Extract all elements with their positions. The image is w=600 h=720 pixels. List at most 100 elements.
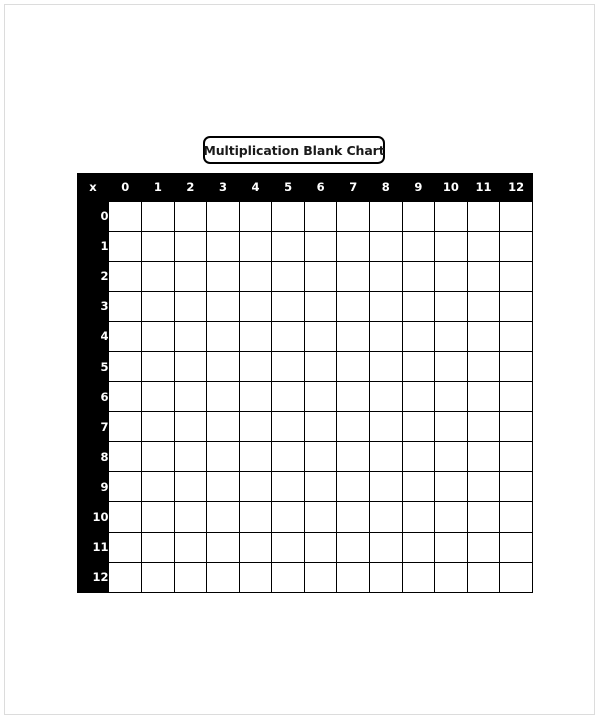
grid-cell[interactable] xyxy=(173,531,208,563)
grid-cell[interactable] xyxy=(499,350,533,383)
grid-cell[interactable] xyxy=(368,501,403,533)
grid-cell[interactable] xyxy=(206,350,240,383)
grid-cell[interactable] xyxy=(336,200,370,232)
grid-cell[interactable] xyxy=(336,441,370,473)
grid-cell[interactable] xyxy=(303,320,338,352)
grid-cell[interactable] xyxy=(238,471,273,503)
grid-cell[interactable] xyxy=(466,230,501,262)
grid-cell[interactable] xyxy=(303,561,338,593)
grid-cell[interactable] xyxy=(466,471,501,503)
grid-cell[interactable] xyxy=(303,411,338,443)
grid-cell[interactable] xyxy=(499,501,533,533)
grid-cell[interactable] xyxy=(271,200,305,232)
grid-cell[interactable] xyxy=(336,531,370,563)
grid-cell[interactable] xyxy=(141,441,175,473)
grid-cell[interactable] xyxy=(434,531,468,563)
grid-cell[interactable] xyxy=(466,381,501,413)
grid-cell[interactable] xyxy=(303,381,338,413)
grid-cell[interactable] xyxy=(368,471,403,503)
grid-cell[interactable] xyxy=(336,411,370,443)
grid-cell[interactable] xyxy=(499,411,533,443)
grid-cell[interactable] xyxy=(173,290,208,322)
grid-cell[interactable] xyxy=(238,501,273,533)
grid-cell[interactable] xyxy=(336,320,370,352)
grid-cell[interactable] xyxy=(141,230,175,262)
grid-cell[interactable] xyxy=(303,531,338,563)
grid-cell[interactable] xyxy=(108,350,143,383)
grid-cell[interactable] xyxy=(141,320,175,352)
grid-cell[interactable] xyxy=(173,350,208,383)
grid-cell[interactable] xyxy=(173,320,208,352)
grid-cell[interactable] xyxy=(434,561,468,593)
grid-cell[interactable] xyxy=(499,200,533,232)
grid-cell[interactable] xyxy=(401,350,436,383)
grid-cell[interactable] xyxy=(434,290,468,322)
grid-cell[interactable] xyxy=(466,531,501,563)
grid-cell[interactable] xyxy=(238,200,273,232)
grid-cell[interactable] xyxy=(303,200,338,232)
grid-cell[interactable] xyxy=(336,471,370,503)
grid-cell[interactable] xyxy=(206,561,240,593)
grid-cell[interactable] xyxy=(238,230,273,262)
grid-cell[interactable] xyxy=(108,531,143,563)
grid-cell[interactable] xyxy=(336,260,370,292)
grid-cell[interactable] xyxy=(108,200,143,232)
grid-cell[interactable] xyxy=(368,230,403,262)
grid-cell[interactable] xyxy=(238,320,273,352)
grid-cell[interactable] xyxy=(173,200,208,232)
grid-cell[interactable] xyxy=(499,381,533,413)
grid-cell[interactable] xyxy=(141,200,175,232)
grid-cell[interactable] xyxy=(238,411,273,443)
grid-cell[interactable] xyxy=(271,441,305,473)
grid-cell[interactable] xyxy=(206,381,240,413)
grid-cell[interactable] xyxy=(141,350,175,383)
grid-cell[interactable] xyxy=(108,320,143,352)
grid-cell[interactable] xyxy=(238,290,273,322)
grid-cell[interactable] xyxy=(401,471,436,503)
grid-cell[interactable] xyxy=(206,531,240,563)
grid-cell[interactable] xyxy=(108,260,143,292)
grid-cell[interactable] xyxy=(434,200,468,232)
grid-cell[interactable] xyxy=(466,501,501,533)
grid-cell[interactable] xyxy=(206,471,240,503)
grid-cell[interactable] xyxy=(401,200,436,232)
grid-cell[interactable] xyxy=(173,230,208,262)
grid-cell[interactable] xyxy=(238,561,273,593)
grid-cell[interactable] xyxy=(434,411,468,443)
grid-cell[interactable] xyxy=(466,350,501,383)
grid-cell[interactable] xyxy=(368,441,403,473)
grid-cell[interactable] xyxy=(108,441,143,473)
grid-cell[interactable] xyxy=(466,441,501,473)
grid-cell[interactable] xyxy=(108,411,143,443)
grid-cell[interactable] xyxy=(206,320,240,352)
grid-cell[interactable] xyxy=(271,531,305,563)
grid-cell[interactable] xyxy=(108,290,143,322)
grid-cell[interactable] xyxy=(173,441,208,473)
grid-cell[interactable] xyxy=(271,561,305,593)
grid-cell[interactable] xyxy=(368,350,403,383)
grid-cell[interactable] xyxy=(271,230,305,262)
grid-cell[interactable] xyxy=(141,260,175,292)
grid-cell[interactable] xyxy=(206,411,240,443)
grid-cell[interactable] xyxy=(401,561,436,593)
grid-cell[interactable] xyxy=(401,290,436,322)
grid-cell[interactable] xyxy=(108,561,143,593)
grid-cell[interactable] xyxy=(499,531,533,563)
grid-cell[interactable] xyxy=(336,501,370,533)
grid-cell[interactable] xyxy=(238,260,273,292)
grid-cell[interactable] xyxy=(141,471,175,503)
grid-cell[interactable] xyxy=(499,561,533,593)
grid-cell[interactable] xyxy=(206,200,240,232)
grid-cell[interactable] xyxy=(401,411,436,443)
grid-cell[interactable] xyxy=(368,290,403,322)
grid-cell[interactable] xyxy=(303,501,338,533)
grid-cell[interactable] xyxy=(271,381,305,413)
grid-cell[interactable] xyxy=(368,320,403,352)
grid-cell[interactable] xyxy=(271,290,305,322)
grid-cell[interactable] xyxy=(434,381,468,413)
grid-cell[interactable] xyxy=(173,501,208,533)
grid-cell[interactable] xyxy=(141,531,175,563)
grid-cell[interactable] xyxy=(466,320,501,352)
grid-cell[interactable] xyxy=(434,230,468,262)
grid-cell[interactable] xyxy=(466,260,501,292)
